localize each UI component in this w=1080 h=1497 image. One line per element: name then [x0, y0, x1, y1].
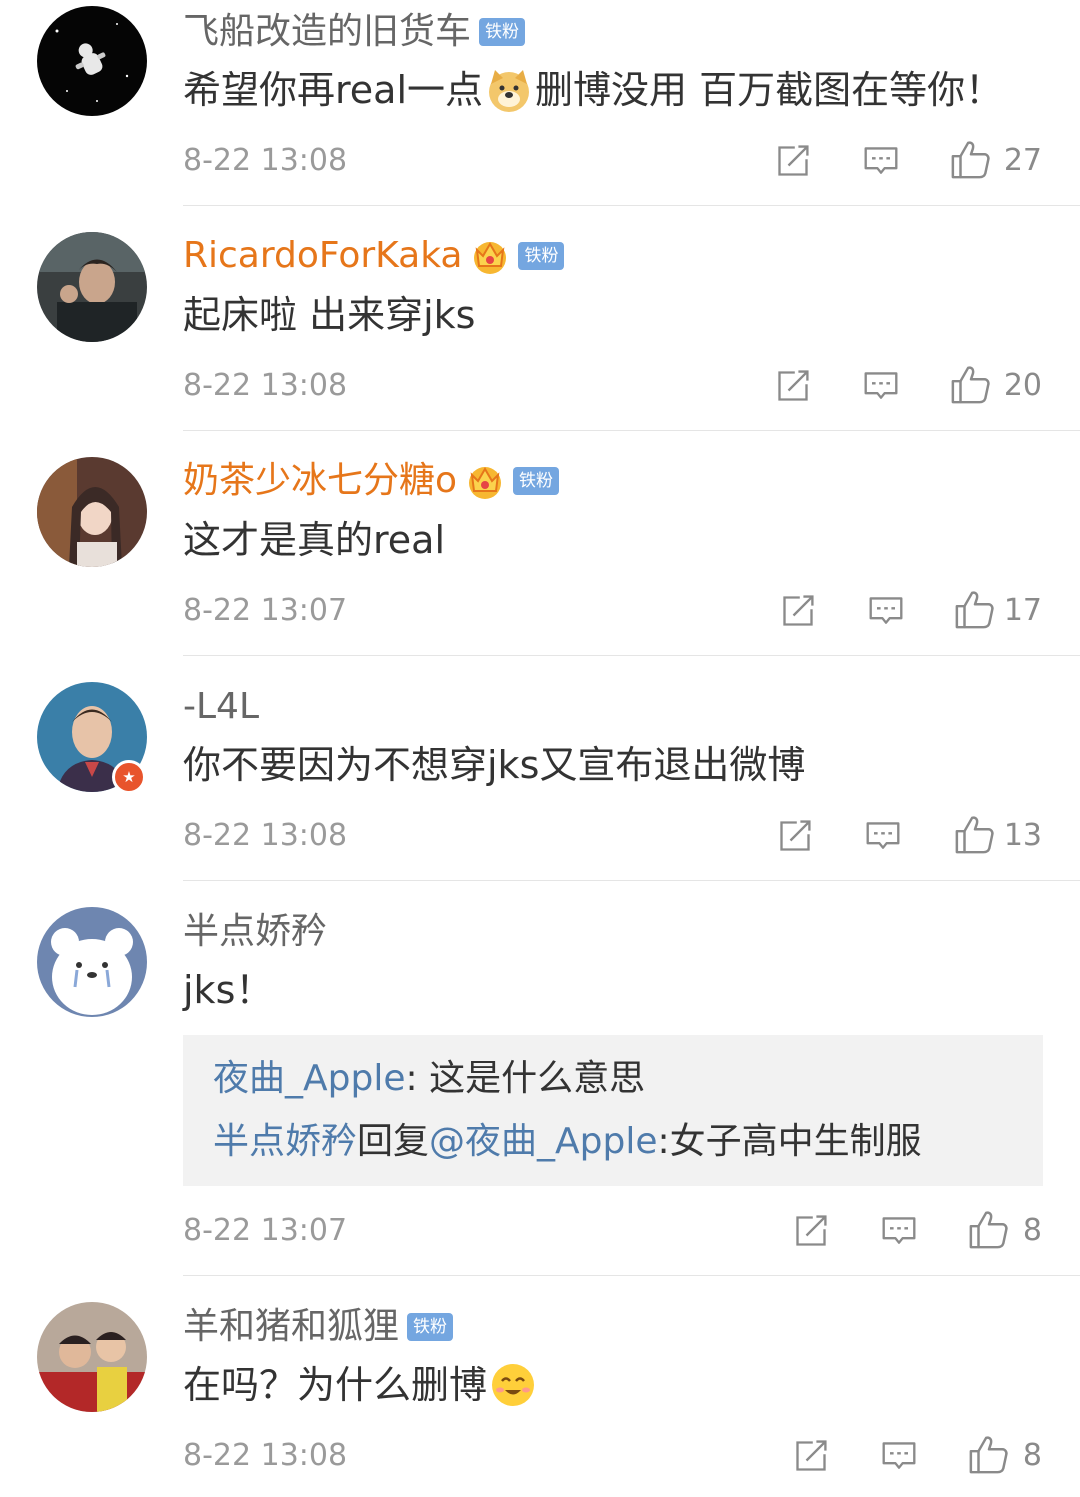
- like-count: 17: [1003, 593, 1042, 628]
- timestamp: 8-22 13:07: [183, 1213, 348, 1248]
- username[interactable]: 飞船改造的旧货车 铁粉: [183, 10, 526, 54]
- comment-icon[interactable]: [865, 818, 901, 854]
- comment-text-part: 删博没用 百万截图在等你！: [535, 68, 1004, 112]
- divider: [183, 655, 1080, 656]
- avatar[interactable]: [37, 232, 147, 342]
- divider: [183, 880, 1080, 881]
- username[interactable]: 奶茶少冰七分糖o 铁粉: [183, 459, 560, 503]
- fan-badge: 铁粉: [518, 242, 565, 270]
- repost-icon[interactable]: [775, 368, 811, 404]
- comment-text: 希望你再real一点 删博没用 百万截图在等你！: [183, 66, 1003, 114]
- avatar[interactable]: [37, 907, 147, 1017]
- timestamp: 8-22 13:08: [183, 818, 348, 853]
- repost-icon[interactable]: [780, 593, 816, 629]
- timestamp: 8-22 13:08: [183, 1438, 348, 1473]
- like-icon[interactable]: [950, 139, 992, 181]
- timestamp: 8-22 13:08: [183, 143, 348, 178]
- divider: [183, 1275, 1080, 1276]
- reply-author[interactable]: 夜曲_Apple: [213, 1058, 405, 1099]
- like-count: 20: [1003, 368, 1042, 403]
- comment-icon[interactable]: [863, 143, 899, 179]
- like-icon[interactable]: [954, 589, 996, 631]
- username[interactable]: -L4L: [183, 685, 259, 729]
- reply-separator: :: [657, 1121, 670, 1162]
- reply-mention[interactable]: @夜曲_Apple: [429, 1121, 657, 1162]
- username[interactable]: 半点娇矜: [183, 910, 327, 954]
- comment-text: 你不要因为不想穿jks又宣布退出微博: [183, 743, 806, 787]
- avatar[interactable]: [37, 6, 147, 116]
- comment-text-part: 希望你再real一点: [183, 68, 484, 112]
- like-count: 13: [1003, 818, 1042, 853]
- verified-badge-icon: ★: [112, 760, 146, 794]
- reply-action: 回复: [357, 1121, 430, 1162]
- like-icon[interactable]: [950, 364, 992, 406]
- comment-text: 起床啦 出来穿jks: [183, 293, 476, 337]
- like-icon[interactable]: [954, 814, 996, 856]
- timestamp: 8-22 13:07: [183, 593, 348, 628]
- comment-icon[interactable]: [863, 368, 899, 404]
- like-count: 8: [1022, 1213, 1042, 1248]
- repost-icon[interactable]: [793, 1213, 829, 1249]
- reply-separator: :: [405, 1058, 430, 1099]
- comment-text: 在吗？为什么删博: [183, 1361, 539, 1409]
- repost-icon[interactable]: [775, 143, 811, 179]
- reply-author[interactable]: 半点娇矜: [213, 1121, 357, 1162]
- username-text[interactable]: -L4L: [183, 685, 259, 729]
- divider: [183, 430, 1080, 431]
- avatar[interactable]: [37, 457, 147, 567]
- repost-icon[interactable]: [777, 818, 813, 854]
- smile-emoji: [489, 1361, 537, 1409]
- crown-icon: [470, 236, 510, 276]
- comment-icon[interactable]: [881, 1438, 917, 1474]
- reply-text: 这是什么意思: [429, 1058, 646, 1099]
- crown-icon: [465, 461, 505, 501]
- like-count: 8: [1022, 1438, 1042, 1473]
- username-text[interactable]: RicardoForKaka: [183, 234, 462, 278]
- repost-icon[interactable]: [793, 1438, 829, 1474]
- username-text[interactable]: 飞船改造的旧货车: [183, 10, 471, 54]
- username-text[interactable]: 半点娇矜: [183, 910, 327, 954]
- divider: [183, 205, 1080, 206]
- username-text[interactable]: 奶茶少冰七分糖o: [183, 459, 457, 503]
- timestamp: 8-22 13:08: [183, 368, 348, 403]
- doge-emoji: [485, 66, 533, 114]
- username[interactable]: 羊和猪和狐狸 铁粉: [183, 1305, 454, 1349]
- reply-line: 夜曲_Apple: 这是什么意思: [213, 1057, 645, 1101]
- fan-badge: 铁粉: [513, 467, 560, 495]
- username[interactable]: RicardoForKaka 铁粉: [183, 234, 565, 278]
- fan-badge: 铁粉: [407, 1313, 454, 1341]
- reply-box[interactable]: 夜曲_Apple: 这是什么意思 半点娇矜回复@夜曲_Apple:女子高中生制服: [183, 1035, 1043, 1186]
- comment-icon[interactable]: [881, 1213, 917, 1249]
- comment-text: 这才是真的real: [183, 518, 446, 562]
- reply-line: 半点娇矜回复@夜曲_Apple:女子高中生制服: [213, 1120, 922, 1164]
- comment-icon[interactable]: [868, 593, 904, 629]
- reply-text: 女子高中生制服: [669, 1121, 922, 1162]
- avatar[interactable]: [37, 1302, 147, 1412]
- comment-text-part: 在吗？为什么删博: [183, 1363, 488, 1407]
- fan-badge: 铁粉: [479, 18, 526, 46]
- comment-text: jks！: [183, 968, 274, 1012]
- username-text[interactable]: 羊和猪和狐狸: [183, 1305, 399, 1349]
- like-count: 27: [1003, 143, 1042, 178]
